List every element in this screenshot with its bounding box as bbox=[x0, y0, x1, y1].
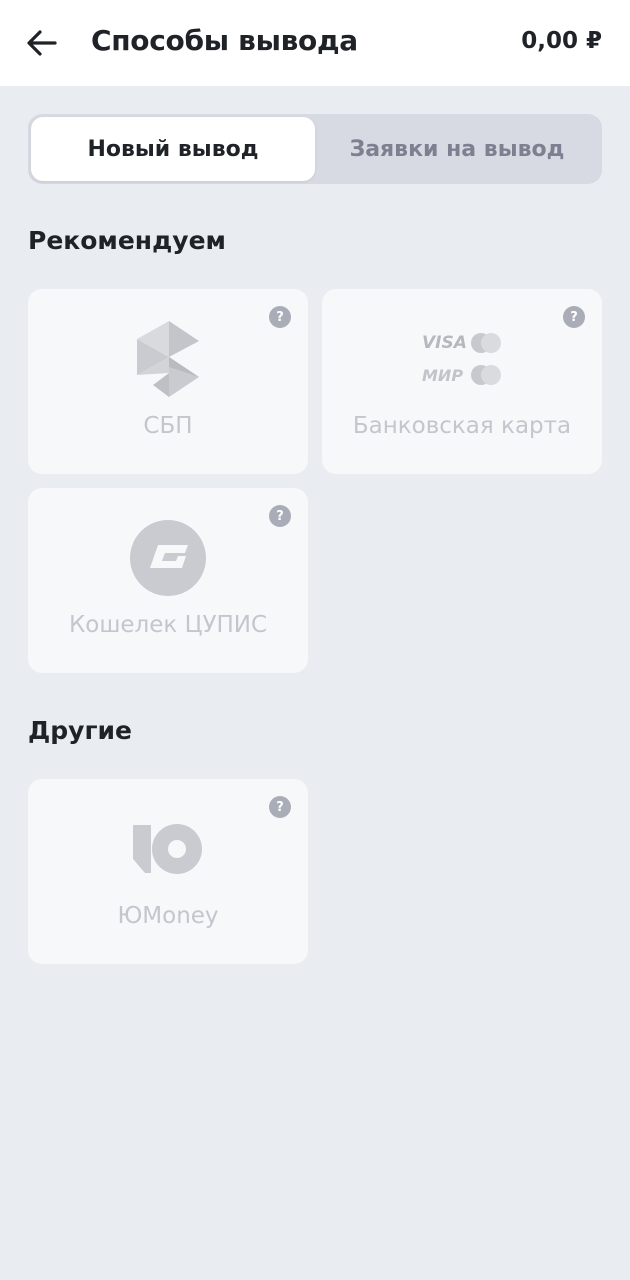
bank-card-logos-icon: VISA МИР bbox=[322, 317, 602, 401]
method-card-cupis[interactable]: ? Кошелек ЦУПИС bbox=[28, 488, 308, 673]
balance-amount: 0,00 ₽ bbox=[521, 28, 602, 54]
tab-withdrawal-requests[interactable]: Заявки на вывод bbox=[315, 117, 599, 181]
method-card-sbp[interactable]: ? СБП bbox=[28, 289, 308, 474]
method-label: СБП bbox=[143, 413, 193, 439]
withdraw-tabs: Новый вывод Заявки на вывод bbox=[28, 114, 602, 184]
yumoney-logo-icon bbox=[28, 807, 308, 891]
tab-new-withdrawal[interactable]: Новый вывод bbox=[31, 117, 315, 181]
cupis-logo-icon bbox=[28, 516, 308, 600]
method-card-yumoney[interactable]: ? ЮMoney bbox=[28, 779, 308, 964]
visa-logo-text: VISA bbox=[422, 333, 467, 353]
method-label: ЮMoney bbox=[117, 903, 219, 929]
method-label: Банковская карта bbox=[352, 413, 572, 439]
mir-logo-text: МИР bbox=[422, 365, 464, 385]
mastercard-icon bbox=[471, 365, 501, 385]
section-title-recommended: Рекомендуем bbox=[28, 226, 226, 255]
method-card-bank-card[interactable]: ? VISA МИР Банковская карта bbox=[322, 289, 602, 474]
arrow-left-icon bbox=[27, 30, 57, 56]
mastercard-icon bbox=[471, 333, 501, 353]
back-button[interactable] bbox=[22, 23, 62, 63]
page-title: Способы вывода bbox=[91, 24, 358, 57]
method-label: Кошелек ЦУПИС bbox=[68, 612, 268, 638]
sbp-logo-icon bbox=[28, 317, 308, 401]
section-title-other: Другие bbox=[28, 716, 132, 745]
app-header: Способы вывода 0,00 ₽ bbox=[0, 0, 630, 86]
